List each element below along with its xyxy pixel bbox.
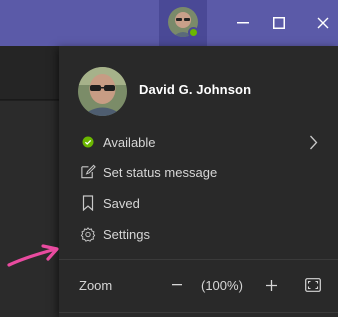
available-label: Available (103, 135, 156, 150)
zoom-level: (100%) (201, 278, 243, 293)
zoom-row: Zoom (100%) (59, 270, 338, 300)
set-status-message-item[interactable]: Set status message (59, 157, 338, 187)
status-available-item[interactable]: Available (59, 127, 338, 157)
bottom-divider (59, 312, 338, 313)
background-app-area (0, 46, 59, 317)
saved-item[interactable]: Saved (59, 188, 338, 218)
profile-menu-panel: David G. Johnson Available Set status me… (59, 46, 338, 317)
maximize-button[interactable] (256, 0, 302, 46)
set-status-label: Set status message (103, 165, 218, 180)
zoom-label: Zoom (79, 278, 113, 293)
menu-divider (59, 259, 338, 260)
profile-name: David G. Johnson (139, 82, 252, 97)
settings-label: Settings (103, 227, 150, 242)
background-divider (0, 100, 59, 101)
saved-label: Saved (103, 196, 140, 211)
full-screen-icon[interactable] (303, 276, 323, 294)
background-header-band (0, 46, 59, 100)
profile-avatar[interactable] (78, 67, 127, 116)
available-status-icon (80, 134, 96, 150)
annotation-arrow-icon (7, 244, 59, 267)
zoom-in-button[interactable] (261, 275, 281, 295)
chevron-right-icon (309, 135, 318, 155)
gear-icon (80, 226, 96, 242)
zoom-out-button[interactable] (167, 275, 187, 295)
edit-message-icon (80, 164, 96, 180)
title-bar (0, 0, 338, 46)
presence-available-icon (188, 27, 199, 38)
settings-item[interactable]: Settings (59, 219, 338, 249)
close-button[interactable] (300, 0, 338, 46)
bookmark-icon (80, 195, 96, 211)
